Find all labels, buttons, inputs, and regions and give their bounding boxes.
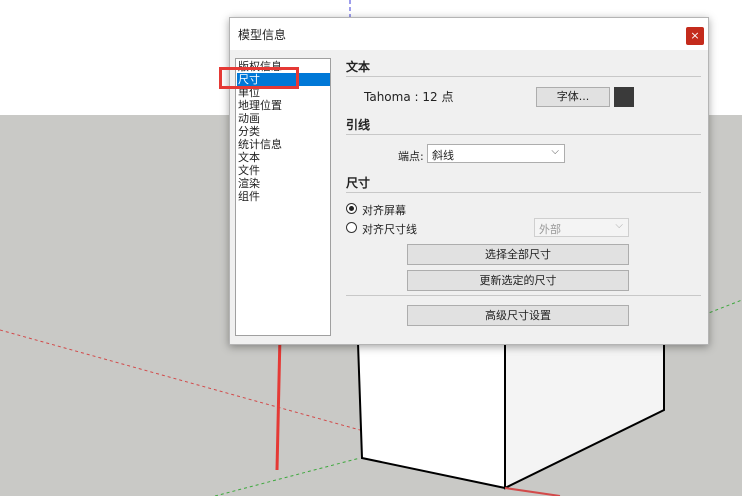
update-selected-dimensions-button[interactable]: 更新选定的尺寸 <box>407 270 629 291</box>
dimension-advanced-divider <box>346 295 701 296</box>
category-item-geo-location[interactable]: 地理位置 <box>237 99 330 112</box>
annotation-highlight-box <box>219 67 299 89</box>
dialog-title: 模型信息 <box>238 28 287 42</box>
category-item-classifications[interactable]: 分类 <box>237 125 330 138</box>
endpoint-select-value: 斜线 <box>432 149 454 162</box>
category-item-rendering[interactable]: 渲染 <box>237 177 330 190</box>
font-description: Tahoma : 12 点 <box>364 90 454 104</box>
dialog-titlebar[interactable]: 模型信息 × <box>230 18 708 50</box>
model-info-dialog: 模型信息 × 版权信息 尺寸 单位 地理位置 动画 分类 统计信息 文本 文件 … <box>229 17 709 345</box>
category-list[interactable]: 版权信息 尺寸 单位 地理位置 动画 分类 统计信息 文本 文件 渲染 组件 <box>235 58 331 336</box>
category-item-text[interactable]: 文本 <box>237 151 330 164</box>
align-screen-radio[interactable] <box>346 203 357 214</box>
category-item-statistics[interactable]: 统计信息 <box>237 138 330 151</box>
category-item-file[interactable]: 文件 <box>237 164 330 177</box>
close-button[interactable]: × <box>686 27 704 45</box>
endpoint-select[interactable]: 斜线 ⌵ <box>427 144 565 163</box>
leader-section-divider <box>346 134 701 135</box>
dimension-position-select[interactable]: 外部 ⌵ <box>534 218 629 237</box>
endpoint-label: 端点: <box>398 150 424 163</box>
text-section-heading: 文本 <box>346 60 371 74</box>
position-select-value: 外部 <box>539 223 561 236</box>
dimension-section-heading: 尺寸 <box>346 176 371 190</box>
text-section-divider <box>346 76 701 77</box>
select-all-dimensions-button[interactable]: 选择全部尺寸 <box>407 244 629 265</box>
dimension-section-divider <box>346 192 701 193</box>
leader-section-heading: 引线 <box>346 118 371 132</box>
radio-dot <box>349 206 354 211</box>
chevron-down-icon: ⌵ <box>615 220 623 231</box>
advanced-dimension-settings-button[interactable]: 高级尺寸设置 <box>407 305 629 326</box>
align-dimension-line-radio[interactable] <box>346 222 357 233</box>
text-color-swatch[interactable] <box>614 87 634 107</box>
category-item-animation[interactable]: 动画 <box>237 112 330 125</box>
chevron-down-icon: ⌵ <box>551 146 559 157</box>
font-button[interactable]: 字体... <box>536 87 610 107</box>
align-screen-label: 对齐屏幕 <box>362 204 406 217</box>
category-item-components[interactable]: 组件 <box>237 190 330 203</box>
align-dimension-line-label: 对齐尺寸线 <box>362 223 417 236</box>
